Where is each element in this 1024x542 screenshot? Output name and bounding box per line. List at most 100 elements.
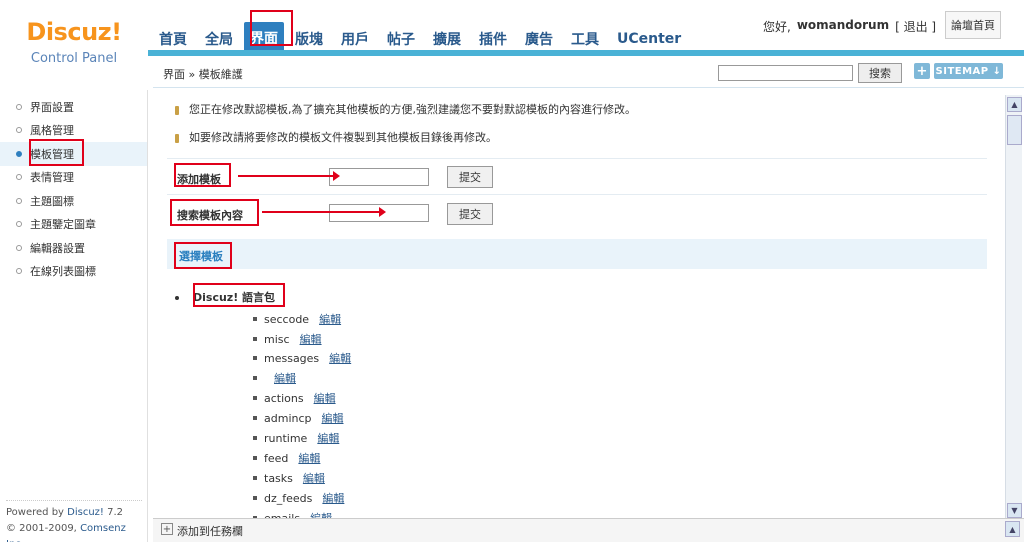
edit-link[interactable]: 編輯	[274, 370, 296, 386]
search-input[interactable]	[718, 65, 853, 81]
edit-link[interactable]: 編輯	[322, 410, 344, 426]
template-row: seccode 編輯	[253, 311, 341, 327]
top-nav: 首頁 全局 界面 版塊 用戶 帖子 擴展 插件 廣告 工具 UCenter	[152, 18, 692, 54]
sidebar-item-interface-settings[interactable]: 界面設置	[0, 95, 147, 119]
section-title: 選擇模板	[179, 250, 223, 263]
template-name: actions	[264, 391, 304, 405]
scroll-up-icon[interactable]: ▲	[1007, 97, 1022, 112]
sidebar-item-label: 界面設置	[30, 100, 74, 114]
edit-link[interactable]: 編輯	[298, 450, 320, 466]
square-bullet-icon	[253, 496, 257, 500]
scroll-thumb[interactable]	[1007, 115, 1022, 145]
expand-icon[interactable]: ▲	[1005, 521, 1020, 537]
template-name: admincp	[264, 411, 312, 425]
template-row: tasks 編輯	[253, 470, 325, 486]
add-template-label: 添加模板	[177, 173, 221, 186]
edit-link[interactable]: 編輯	[303, 470, 325, 486]
sitemap-button[interactable]: SITEMAP ↓	[934, 63, 1003, 79]
bullet-icon	[16, 174, 22, 181]
pin-icon	[175, 105, 179, 115]
search-button[interactable]: 搜索	[858, 63, 902, 83]
sidebar-item-label: 模板管理	[30, 147, 74, 161]
breadcrumb-bar: 界面 » 模板維護 搜索 + SITEMAP ↓	[153, 58, 1024, 88]
add-template-submit[interactable]: 提交	[447, 166, 493, 188]
add-to-taskbar-link[interactable]: 添加到任務欄	[177, 523, 243, 539]
forum-home-button[interactable]: 論壇首頁	[945, 11, 1001, 39]
template-row: 編輯	[253, 370, 296, 386]
divider	[167, 194, 987, 195]
square-bullet-icon	[253, 356, 257, 360]
template-row: admincp 編輯	[253, 410, 344, 426]
user-name: womandorum	[796, 18, 890, 32]
vertical-scrollbar[interactable]: ▲ ▼	[1005, 95, 1022, 520]
square-bullet-icon	[253, 317, 257, 321]
breadcrumb: 界面 » 模板維護	[163, 68, 243, 81]
sidebar-item-label: 表情管理	[30, 171, 74, 185]
template-name: tasks	[264, 471, 293, 485]
sidebar-item-online-icons[interactable]: 在線列表圖標	[0, 260, 147, 284]
sidebar-item-templates[interactable]: 模板管理	[0, 142, 147, 166]
bullet-icon	[175, 296, 179, 300]
language-pack-title: Discuz! 語言包	[193, 291, 276, 304]
sidebar-item-smilies[interactable]: 表情管理	[0, 166, 147, 190]
template-row: misc 編輯	[253, 331, 322, 347]
powered-version: 7.2	[107, 507, 124, 518]
template-row: feed 編輯	[253, 450, 320, 466]
sidebar-item-thread-icons[interactable]: 主題圖標	[0, 189, 147, 213]
edit-link[interactable]: 編輯	[314, 390, 336, 406]
sidebar-item-stamps[interactable]: 主題鑒定圖章	[0, 213, 147, 237]
sidebar-item-label: 主題圖標	[30, 194, 74, 208]
template-name: seccode	[264, 312, 310, 326]
tip-text: 您正在修改默認模板,為了擴充其他模板的方便,強烈建議您不要對默認模板的內容進行修…	[189, 103, 636, 116]
section-header: 選擇模板	[167, 239, 987, 269]
bottom-bar: + 添加到任務欄 ▲	[153, 518, 1024, 542]
template-row: runtime 編輯	[253, 430, 339, 446]
template-name: misc	[264, 332, 290, 346]
edit-link[interactable]: 編輯	[300, 331, 322, 347]
user-greeting: 您好,	[763, 20, 791, 34]
template-row: emails編輯	[253, 510, 332, 518]
template-row: dz_feeds 編輯	[253, 490, 344, 506]
square-bullet-icon	[253, 456, 257, 460]
edit-link[interactable]: 編輯	[310, 510, 332, 518]
edit-link[interactable]: 編輯	[322, 490, 344, 506]
scroll-down-icon[interactable]: ▼	[1007, 503, 1022, 518]
edit-link[interactable]: 編輯	[319, 311, 341, 327]
bullet-icon	[16, 103, 22, 110]
sidebar-item-style[interactable]: 風格管理	[0, 119, 147, 143]
template-name: messages	[264, 351, 320, 365]
search-template-label: 搜索模板內容	[177, 209, 243, 222]
sidebar-item-editor[interactable]: 編輯器設置	[0, 236, 147, 260]
square-bullet-icon	[253, 416, 257, 420]
sidebar-item-label: 編輯器設置	[30, 241, 85, 255]
bullet-icon	[16, 197, 22, 204]
edit-link[interactable]: 編輯	[317, 430, 339, 446]
bullet-icon	[16, 268, 22, 275]
pin-icon	[175, 133, 179, 143]
powered-by: Powered by Discuz! 7.2 © 2001-2009, Coms…	[6, 500, 142, 542]
edit-link[interactable]: 編輯	[329, 350, 351, 366]
square-bullet-icon	[253, 476, 257, 480]
template-row: actions 編輯	[253, 390, 336, 406]
tip-2: 如要修改請將要修改的模板文件複製到其他模板目錄後再修改。	[175, 129, 497, 145]
bullet-icon	[16, 244, 22, 251]
logo-main: Discuz!	[26, 18, 122, 46]
sidebar-item-label: 主題鑒定圖章	[30, 218, 96, 232]
template-name: dz_feeds	[264, 491, 313, 505]
bullet-icon	[16, 221, 22, 228]
powered-brand[interactable]: Discuz!	[67, 507, 104, 518]
bullet-icon	[16, 127, 22, 134]
language-pack: Discuz! 語言包	[175, 289, 275, 305]
search-template-input[interactable]	[329, 204, 429, 222]
divider	[167, 158, 987, 159]
add-shortcut-button[interactable]: +	[914, 63, 930, 79]
copyright-text: © 2001-2009,	[6, 523, 77, 534]
plus-icon[interactable]: +	[161, 523, 173, 535]
logo[interactable]: Discuz! Control Panel	[0, 0, 148, 90]
header: Discuz! Control Panel 首頁 全局 界面 版塊 用戶 帖子 …	[0, 0, 1024, 90]
search-template-submit[interactable]: 提交	[447, 203, 493, 225]
logout-link[interactable]: [ 退出 ]	[895, 18, 936, 35]
nav-underline	[148, 50, 1024, 56]
powered-text: Powered by	[6, 507, 64, 518]
add-template-input[interactable]	[329, 168, 429, 186]
